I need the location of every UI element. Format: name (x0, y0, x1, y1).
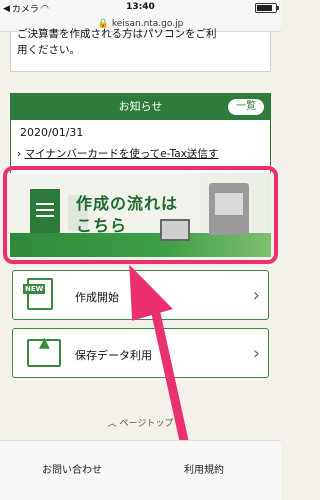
clock: 13:40 (126, 2, 155, 12)
info-card: ご決算書を作成される方はパソコンをご利 用ください。 (10, 28, 271, 72)
new-tag: NEW (23, 284, 46, 294)
saved-data-label: 保存データ利用 (75, 349, 152, 362)
status-bar: ◀ カメラ ◠ 13:40 (0, 0, 281, 16)
notice-header: お知らせ 一覧 (11, 94, 270, 120)
chevron-right-icon: › (252, 343, 260, 364)
notice-list-button[interactable]: 一覧 (228, 99, 264, 115)
info-text-line2: 用ください。 (17, 44, 80, 56)
start-label: 作成開始 (75, 291, 119, 304)
notice-title: お知らせ (118, 100, 163, 113)
highlight-frame (3, 166, 278, 264)
page-top-link[interactable]: ︿ ページトップ (0, 416, 281, 429)
chevron-up-icon: ︿ (107, 419, 120, 429)
terms-link[interactable]: 利用規約 (184, 461, 224, 476)
chevron-right-icon: › (252, 285, 260, 306)
info-text-line1: ご決算書を作成される方はパソコンをご利 (17, 28, 217, 40)
new-document-icon: NEW (23, 276, 57, 316)
battery-icon (255, 3, 279, 13)
chevron-right-icon: › (17, 148, 25, 160)
contact-link[interactable]: お問い合わせ (42, 461, 102, 476)
footer: お問い合わせ 利用規約 (0, 441, 281, 500)
notice-link-text: マイナンバーカードを使ってe-Tax送信す (24, 148, 219, 160)
folder-upload-icon: ▲ (27, 335, 61, 367)
page-top-label: ページトップ (119, 419, 174, 429)
notice-link[interactable]: › マイナンバーカードを使ってe-Tax送信す (17, 146, 269, 161)
notice-date: 2020/01/31 (20, 126, 84, 139)
saved-data-button[interactable]: ▲ 保存データ利用 › (12, 328, 269, 378)
start-button[interactable]: NEW 作成開始 › (12, 270, 269, 320)
